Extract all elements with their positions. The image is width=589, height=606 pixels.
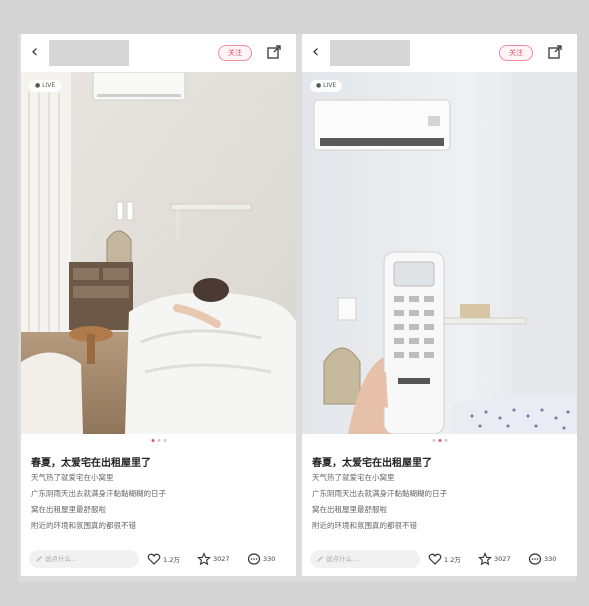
carousel-indicator <box>151 439 166 442</box>
live-badge: ● LIVE <box>29 80 62 92</box>
post-text-line: 窝在出租屋里最舒服啦 <box>312 505 387 514</box>
air-conditioner-photo <box>302 72 577 434</box>
post-title: 春夏，太爱宅在出租屋里了 <box>312 458 432 469</box>
live-badge: ● LIVE <box>310 80 343 92</box>
follow-button[interactable]: 关注 <box>499 45 533 61</box>
post-text-line: 天气热了就爱宅在小窝里 <box>31 473 114 482</box>
comment-button[interactable]: 330 <box>528 551 556 567</box>
post-photo[interactable]: ● LIVE <box>21 72 296 434</box>
follow-button[interactable]: 关注 <box>218 45 252 61</box>
heart-icon <box>147 553 161 565</box>
heart-icon <box>428 553 442 565</box>
post-text-line: 窝在出租屋里最舒服啦 <box>31 505 106 514</box>
post-text-line: 广东阴雨天出去就满身汗黏黏糊糊的日子 <box>312 489 447 498</box>
author-info-redacted[interactable] <box>330 40 410 66</box>
post-title: 春夏，太爱宅在出租屋里了 <box>31 458 151 469</box>
post-text-line: 天气热了就爱宅在小窝里 <box>312 473 395 482</box>
action-bar: 说点什么... 1.2万 3027 330 <box>302 544 577 574</box>
post-screen-right: ‹ 关注 ● LIVE 春夏，太爱宅在出租屋里了 天气热了就爱宅在小窝里 广东阴… <box>302 34 577 576</box>
like-button[interactable]: 1.2万 <box>428 551 461 567</box>
share-icon[interactable] <box>547 44 563 60</box>
post-screen-left: ‹ 关注 ● LIVE 春夏，太爱宅在出租屋里了 天气热了就爱宅在小窝里 广东阴… <box>21 34 296 576</box>
pencil-icon <box>317 556 323 562</box>
favorite-button[interactable]: 3027 <box>478 551 511 567</box>
action-bar: 说点什么... 1.2万 3027 330 <box>21 544 296 574</box>
screenshot-pair: ‹ 关注 ● LIVE 春夏，太爱宅在出租屋里了 天气热了就爱宅在小窝里 广东阴… <box>18 34 577 582</box>
like-count: 1.2万 <box>163 556 180 564</box>
favorite-button[interactable]: 3027 <box>197 551 230 567</box>
star-icon <box>197 552 211 566</box>
post-text-line: 附近的环境和氛围真的都很不错 <box>31 521 136 530</box>
post-text-line: 广东阴雨天出去就满身汗黏黏糊糊的日子 <box>31 489 166 498</box>
comment-icon <box>247 553 261 565</box>
comment-button[interactable]: 330 <box>247 551 275 567</box>
post-photo[interactable]: ● LIVE <box>302 72 577 434</box>
bedroom-photo <box>21 72 296 434</box>
back-icon[interactable]: ‹ <box>31 42 47 62</box>
comment-count: 330 <box>263 555 276 563</box>
favorite-count: 3027 <box>213 555 230 563</box>
top-bar: ‹ 关注 <box>21 34 296 72</box>
comment-input[interactable]: 说点什么... <box>29 550 139 568</box>
share-icon[interactable] <box>266 44 282 60</box>
comment-input[interactable]: 说点什么... <box>310 550 420 568</box>
pencil-icon <box>36 556 42 562</box>
favorite-count: 3027 <box>494 555 511 563</box>
top-bar: ‹ 关注 <box>302 34 577 72</box>
author-info-redacted[interactable] <box>49 40 129 66</box>
comment-count: 330 <box>544 555 557 563</box>
post-text-line: 附近的环境和氛围真的都很不错 <box>312 521 417 530</box>
like-count: 1.2万 <box>444 556 461 564</box>
like-button[interactable]: 1.2万 <box>147 551 180 567</box>
carousel-indicator <box>432 439 447 442</box>
back-icon[interactable]: ‹ <box>312 42 328 62</box>
comment-icon <box>528 553 542 565</box>
star-icon <box>478 552 492 566</box>
